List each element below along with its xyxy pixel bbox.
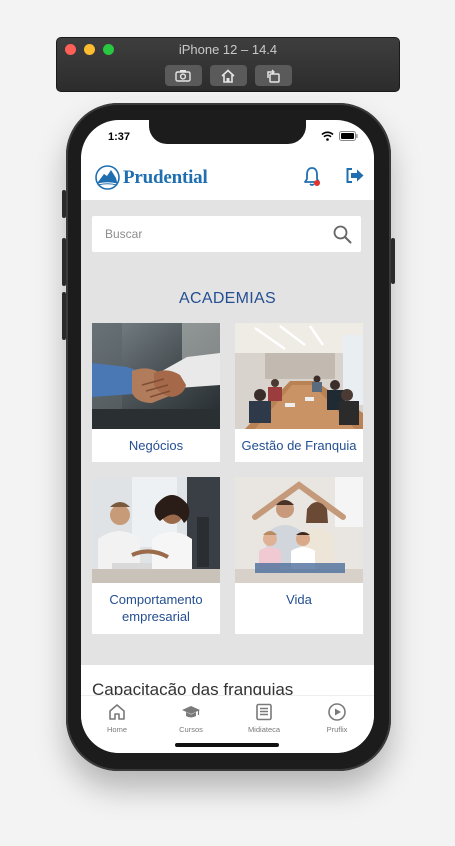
brand-name: Prudential [123, 166, 208, 188]
tab-cursos[interactable]: Cursos [161, 702, 221, 734]
rotate-icon [267, 69, 280, 83]
card-image-family [235, 477, 363, 583]
graduation-cap-icon [182, 706, 200, 718]
notch [149, 120, 306, 144]
card-image-team [92, 477, 220, 583]
logout-button[interactable] [345, 167, 365, 189]
tab-label: Home [106, 725, 127, 734]
home-icon [109, 704, 125, 720]
wifi-icon [321, 131, 334, 141]
search-bar[interactable]: Buscar [92, 216, 361, 252]
academias-title: ACADEMIAS [179, 290, 276, 307]
simulator-title-bar: iPhone 12 – 14.4 [56, 37, 400, 92]
card-image-meeting-room [235, 323, 363, 429]
volume-up-button [62, 238, 66, 286]
tab-label: Pruflix [326, 725, 348, 734]
tab-label: Cursos [179, 725, 203, 734]
card-label: Vida [286, 592, 312, 607]
home-button[interactable] [209, 65, 247, 86]
brand-logo[interactable]: Prudential [95, 165, 208, 190]
battery-icon [339, 131, 358, 141]
phone-screen: 1:37 Prudential Buscar ACADEMIAS Negócio… [81, 120, 374, 753]
card-label: Gestão de Franquia [241, 438, 357, 453]
tab-pruflix[interactable]: Pruflix [307, 702, 367, 734]
status-icons [321, 131, 358, 141]
academia-card-vida[interactable]: Vida [235, 477, 363, 634]
main-content[interactable]: Buscar ACADEMIAS Negócios Gestão de Fran… [81, 200, 374, 665]
bell-icon [304, 167, 320, 186]
academia-card-gestao-de-franquia[interactable]: Gestão de Franquia [235, 323, 363, 462]
logout-icon [346, 168, 364, 183]
rotate-button[interactable] [254, 65, 292, 86]
notifications-button[interactable] [303, 166, 321, 193]
document-icon [256, 703, 272, 721]
academia-card-negocios[interactable]: Negócios [92, 323, 220, 462]
card-label: Negócios [128, 438, 184, 453]
simulator-title: iPhone 12 – 14.4 [178, 42, 278, 57]
screenshot-button[interactable] [164, 65, 202, 86]
card-label: Comportamento empresarial [109, 592, 203, 624]
home-indicator[interactable] [175, 743, 279, 747]
search-icon[interactable] [333, 225, 352, 244]
tab-label: Midiateca [247, 725, 281, 734]
power-button [391, 238, 395, 284]
card-image-handshake [92, 323, 220, 429]
home-icon [221, 68, 235, 83]
play-icon [328, 703, 346, 721]
app-header: Prudential [81, 156, 374, 200]
status-time: 1:37 [108, 131, 131, 143]
rock-of-gibraltar-icon [95, 165, 120, 190]
mute-switch [62, 190, 66, 218]
tab-midiateca[interactable]: Midiateca [234, 702, 294, 734]
volume-down-button [62, 292, 66, 340]
search-input[interactable]: Buscar [105, 227, 142, 241]
tab-home[interactable]: Home [87, 702, 147, 734]
capacitacao-section: Capacitação das franquias [81, 665, 374, 699]
screenshot-icon [175, 70, 191, 82]
academia-card-comportamento-empresarial[interactable]: Comportamento empresarial [92, 477, 220, 634]
